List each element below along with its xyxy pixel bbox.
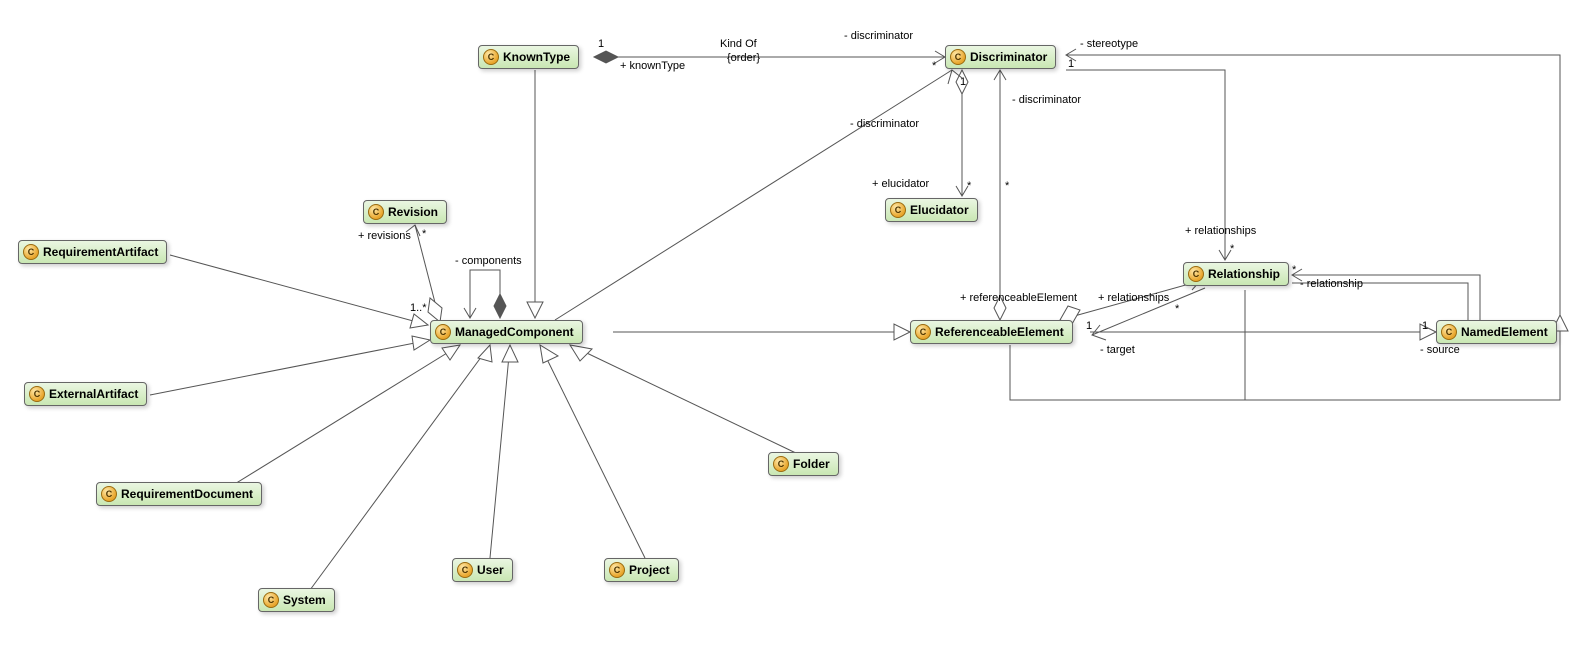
class-icon: C <box>368 204 384 220</box>
class-label: User <box>477 563 504 577</box>
class-elucidator[interactable]: C Elucidator <box>885 198 978 222</box>
mult-star: * <box>932 60 936 72</box>
uml-diagram-canvas: C KnownType C Discriminator C Revision C… <box>0 0 1575 651</box>
role-components: - components <box>455 255 522 267</box>
mult-one: 1 <box>1068 58 1074 70</box>
class-icon: C <box>1188 266 1204 282</box>
role-relationships-side: + relationships <box>1098 292 1169 304</box>
mult-star: * <box>1175 303 1179 315</box>
class-knowntype[interactable]: C KnownType <box>478 45 579 69</box>
assoc-name-kindof: Kind Of <box>720 38 757 50</box>
class-label: NamedElement <box>1461 325 1548 339</box>
role-source: - source <box>1420 344 1460 356</box>
role-referenceableelement: + referenceableElement <box>960 292 1077 304</box>
class-label: ReferenceableElement <box>935 325 1064 339</box>
class-label: Discriminator <box>970 50 1047 64</box>
class-icon: C <box>483 49 499 65</box>
mult-one: 1 <box>960 76 966 88</box>
mult-one: 1 <box>598 38 604 50</box>
role-target: - target <box>1100 344 1135 356</box>
class-referenceableelement[interactable]: C ReferenceableElement <box>910 320 1073 344</box>
class-label: Relationship <box>1208 267 1280 281</box>
class-label: Revision <box>388 205 438 219</box>
role-elucidator: + elucidator <box>872 178 929 190</box>
edges-layer <box>0 0 1575 651</box>
class-icon: C <box>29 386 45 402</box>
mult-star: * <box>422 228 426 240</box>
role-stereotype: - stereotype <box>1080 38 1138 50</box>
class-icon: C <box>457 562 473 578</box>
class-icon: C <box>773 456 789 472</box>
mult-star: * <box>1230 243 1234 255</box>
class-requirementdocument[interactable]: C RequirementDocument <box>96 482 262 506</box>
role-revisions: + revisions <box>358 230 411 242</box>
class-system[interactable]: C System <box>258 588 335 612</box>
class-relationship[interactable]: C Relationship <box>1183 262 1289 286</box>
class-icon: C <box>915 324 931 340</box>
role-relationship: - relationship <box>1300 278 1363 290</box>
class-icon: C <box>950 49 966 65</box>
mult-star: * <box>967 180 971 192</box>
class-label: RequirementArtifact <box>43 245 158 259</box>
mult-one: 1 <box>1422 320 1428 332</box>
class-icon: C <box>23 244 39 260</box>
role-knowntype: + knownType <box>620 60 685 72</box>
class-project[interactable]: C Project <box>604 558 679 582</box>
class-managedcomponent[interactable]: C ManagedComponent <box>430 320 583 344</box>
class-externalartifact[interactable]: C ExternalArtifact <box>24 382 147 406</box>
class-icon: C <box>609 562 625 578</box>
class-user[interactable]: C User <box>452 558 513 582</box>
class-icon: C <box>890 202 906 218</box>
class-label: ExternalArtifact <box>49 387 138 401</box>
role-discriminator-right: - discriminator <box>1012 94 1081 106</box>
class-icon: C <box>435 324 451 340</box>
class-label: Project <box>629 563 670 577</box>
mult-star: * <box>1292 264 1296 276</box>
class-revision[interactable]: C Revision <box>363 200 447 224</box>
class-label: Folder <box>793 457 830 471</box>
class-namedelement[interactable]: C NamedElement <box>1436 320 1557 344</box>
class-label: ManagedComponent <box>455 325 574 339</box>
role-discriminator-top: - discriminator <box>844 30 913 42</box>
class-label: Elucidator <box>910 203 969 217</box>
role-discriminator-left: - discriminator <box>850 118 919 130</box>
class-icon: C <box>263 592 279 608</box>
mult-one-many: 1..* <box>410 302 427 314</box>
class-label: KnownType <box>503 50 570 64</box>
mult-star: * <box>1005 180 1009 192</box>
class-folder[interactable]: C Folder <box>768 452 839 476</box>
class-label: System <box>283 593 326 607</box>
class-discriminator[interactable]: C Discriminator <box>945 45 1056 69</box>
constraint-order: {order} <box>727 52 760 64</box>
class-requirementartifact[interactable]: C RequirementArtifact <box>18 240 167 264</box>
role-relationships-up: + relationships <box>1185 225 1256 237</box>
mult-one: 1 <box>1086 320 1092 332</box>
class-icon: C <box>101 486 117 502</box>
class-icon: C <box>1441 324 1457 340</box>
class-label: RequirementDocument <box>121 487 253 501</box>
